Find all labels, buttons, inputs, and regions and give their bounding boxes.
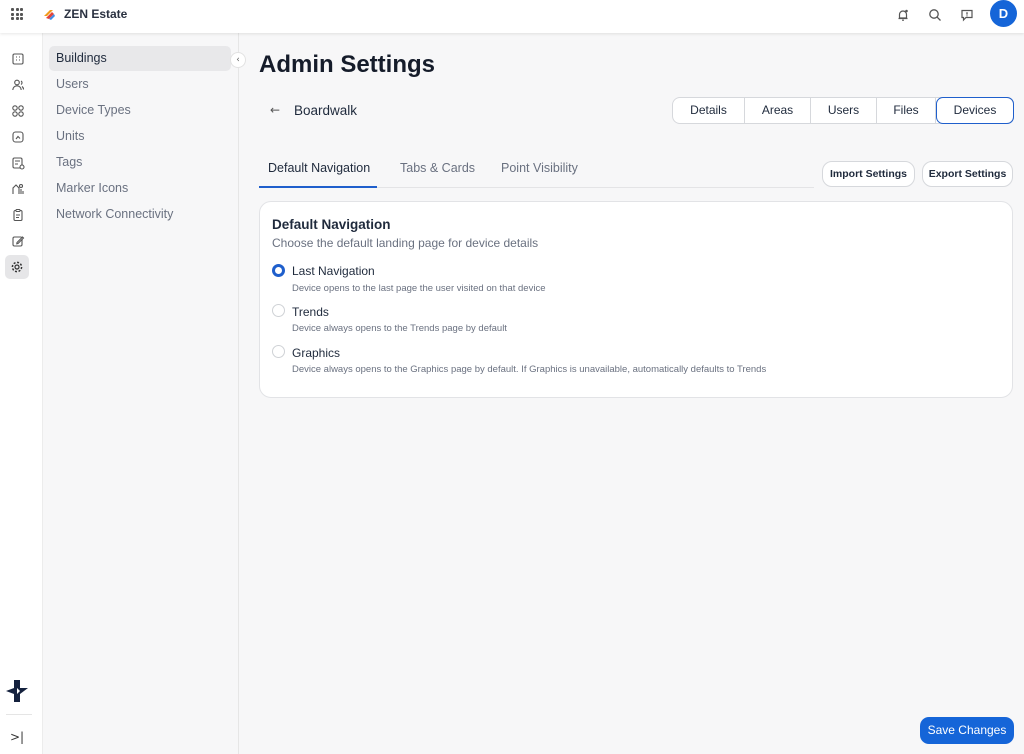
top-bar: ZEN Estate D xyxy=(0,0,1024,33)
export-settings-button[interactable]: Export Settings xyxy=(922,161,1013,187)
tab-devices[interactable]: Devices xyxy=(936,97,1014,124)
marker-icon[interactable] xyxy=(8,179,28,199)
icon-rail: >| xyxy=(0,33,43,754)
import-settings-button[interactable]: Import Settings xyxy=(822,161,915,187)
back-arrow-icon[interactable]: ← xyxy=(270,103,280,117)
tab-details[interactable]: Details xyxy=(673,98,745,123)
tab-users[interactable]: Users xyxy=(811,98,877,123)
gear-icon[interactable] xyxy=(5,255,29,279)
clipboard-icon[interactable] xyxy=(8,205,28,225)
brand-name[interactable]: ZEN Estate xyxy=(64,7,127,21)
collapse-subnav-button[interactable]: ‹ xyxy=(230,52,246,68)
expand-sidebar-icon[interactable]: >| xyxy=(10,730,24,744)
radio-last-navigation[interactable] xyxy=(272,264,285,277)
tab-point-visibility[interactable]: Point Visibility xyxy=(501,154,578,187)
users-icon[interactable] xyxy=(8,75,28,95)
subnav-item-users[interactable]: Users xyxy=(49,72,231,97)
edit-icon[interactable] xyxy=(8,231,28,251)
card-subtitle: Choose the default landing page for devi… xyxy=(272,236,539,250)
tab-files[interactable]: Files xyxy=(877,98,936,123)
avatar[interactable]: D xyxy=(990,0,1017,27)
units-icon[interactable] xyxy=(8,127,28,147)
tab-areas[interactable]: Areas xyxy=(745,98,811,123)
radio-graphics[interactable] xyxy=(272,345,285,358)
subnav-item-buildings[interactable]: Buildings xyxy=(49,46,231,71)
subnav-item-tags[interactable]: Tags xyxy=(49,150,231,175)
page-title: Admin Settings xyxy=(259,51,436,78)
app-logo-icon xyxy=(6,680,28,702)
option-label-graphics[interactable]: Graphics xyxy=(292,346,340,360)
search-icon[interactable] xyxy=(926,6,944,24)
settings-subnav: Buildings Users Device Types Units Tags … xyxy=(43,33,239,754)
tab-default-navigation[interactable]: Default Navigation xyxy=(259,154,377,188)
subnav-item-marker-icons[interactable]: Marker Icons xyxy=(49,176,231,201)
radio-trends[interactable] xyxy=(272,304,285,317)
tags-icon[interactable] xyxy=(8,153,28,173)
option-desc-graphics: Device always opens to the Graphics page… xyxy=(292,364,767,375)
default-navigation-card: Default Navigation Choose the default la… xyxy=(259,201,1013,398)
device-settings-tabs: Default Navigation Tabs & Cards Point Vi… xyxy=(259,154,814,188)
bell-icon[interactable] xyxy=(894,6,912,24)
subnav-item-units[interactable]: Units xyxy=(49,124,231,149)
building-name: Boardwalk xyxy=(294,103,358,118)
subnav-item-network-connectivity[interactable]: Network Connectivity xyxy=(49,202,231,227)
subnav-item-device-types[interactable]: Device Types xyxy=(49,98,231,123)
apps-grid-icon[interactable] xyxy=(11,8,23,20)
option-desc-trends: Device always opens to the Trends page b… xyxy=(292,323,507,334)
building-section-tabs: Details Areas Users Files Devices xyxy=(672,97,1014,124)
brand-logo-icon xyxy=(44,10,55,20)
option-desc-last-navigation: Device opens to the last page the user v… xyxy=(292,283,546,294)
feedback-icon[interactable] xyxy=(958,6,976,24)
rail-divider xyxy=(6,714,32,715)
building-icon[interactable] xyxy=(8,49,28,69)
tab-tabs-cards[interactable]: Tabs & Cards xyxy=(400,154,475,187)
card-title: Default Navigation xyxy=(272,217,391,232)
option-label-trends[interactable]: Trends xyxy=(292,305,329,319)
device-types-icon[interactable] xyxy=(8,101,28,121)
save-changes-button[interactable]: Save Changes xyxy=(920,717,1014,744)
option-label-last-navigation[interactable]: Last Navigation xyxy=(292,264,375,278)
